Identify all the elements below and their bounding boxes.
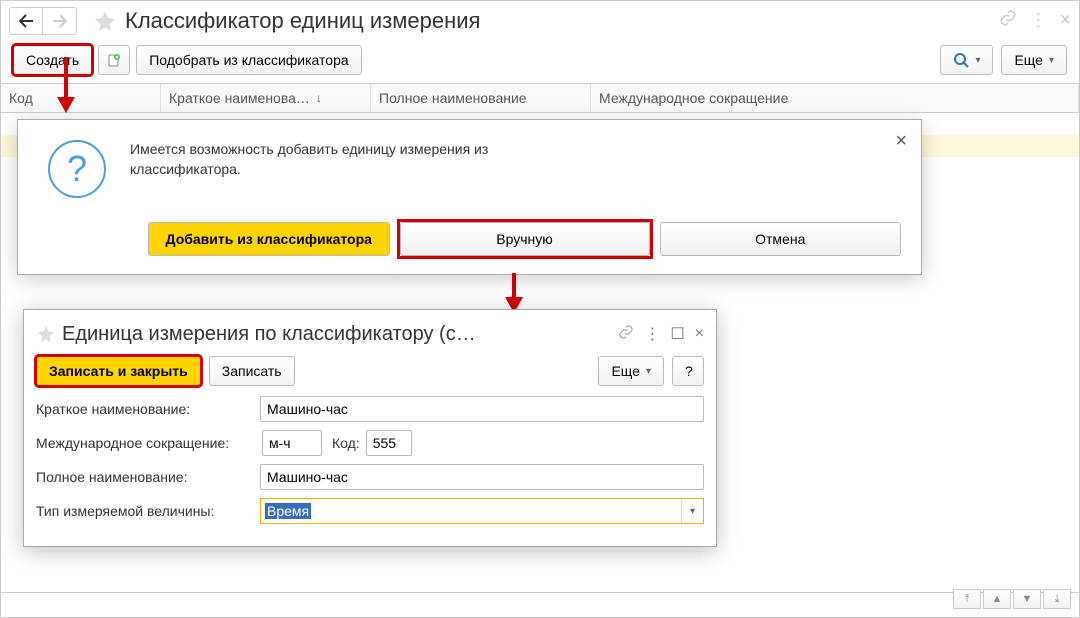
- label-code: Код:: [332, 435, 360, 451]
- question-icon: ?: [48, 140, 106, 198]
- label-full-name: Полное наименование:: [36, 469, 254, 485]
- short-name-input[interactable]: [260, 396, 704, 422]
- col-full-name[interactable]: Полное наименование: [371, 84, 591, 112]
- maximize-icon[interactable]: ☐: [670, 324, 684, 344]
- intl-abbr-input[interactable]: [262, 430, 322, 456]
- code-input[interactable]: [366, 430, 412, 456]
- close-icon[interactable]: ×: [695, 325, 704, 343]
- confirm-dialog: × ? Имеется возможность добавить единицу…: [17, 119, 922, 275]
- unit-form-window: Единица измерения по классификатору (с… …: [23, 309, 717, 547]
- col-short-name[interactable]: Краткое наименова… ↓: [161, 84, 371, 112]
- search-button[interactable]: [940, 45, 993, 75]
- grid-header: Код Краткое наименова… ↓ Полное наименов…: [1, 83, 1079, 113]
- scroll-up-button[interactable]: ▲: [983, 589, 1011, 609]
- favorite-star-icon[interactable]: [93, 9, 117, 33]
- close-icon[interactable]: ×: [1059, 9, 1071, 32]
- annotation-arrow-icon: [499, 273, 529, 313]
- copy-button[interactable]: [98, 45, 130, 75]
- link-icon[interactable]: [618, 324, 634, 345]
- type-select[interactable]: Время ▾: [260, 498, 704, 524]
- scroll-bottom-button[interactable]: ⤓: [1043, 589, 1071, 609]
- cancel-button[interactable]: Отмена: [660, 222, 902, 256]
- scroll-top-button[interactable]: ⤒: [953, 589, 981, 609]
- dialog-text: Имеется возможность добавить единицу изм…: [130, 140, 530, 179]
- annotation-arrow-icon: [51, 57, 81, 113]
- dialog-close-icon[interactable]: ×: [895, 130, 907, 153]
- label-intl-abbr: Международное сокращение:: [36, 435, 256, 451]
- sort-indicator-icon: ↓: [316, 91, 322, 105]
- nav-forward-button[interactable]: [43, 7, 77, 35]
- label-type: Тип измеряемой величины:: [36, 503, 254, 519]
- type-value: Время: [265, 503, 311, 519]
- page-title: Классификатор единиц измерения: [125, 8, 480, 34]
- save-close-button[interactable]: Записать и закрыть: [36, 356, 201, 386]
- full-name-input[interactable]: [260, 464, 704, 490]
- save-button[interactable]: Записать: [209, 356, 295, 386]
- label-short-name: Краткое наименование:: [36, 401, 254, 417]
- more-button[interactable]: Еще: [1001, 45, 1067, 75]
- pick-from-classifier-button[interactable]: Подобрать из классификатора: [136, 45, 361, 75]
- col-intl-abbr[interactable]: Международное сокращение: [591, 84, 1079, 112]
- favorite-star-icon[interactable]: [36, 324, 56, 344]
- kebab-menu-icon[interactable]: ⋮: [1029, 10, 1047, 31]
- manual-button[interactable]: Вручную: [400, 222, 650, 256]
- scroll-down-button[interactable]: ▼: [1013, 589, 1041, 609]
- titlebar: Классификатор единиц измерения ⋮ ×: [1, 1, 1079, 41]
- main-toolbar: Создать Подобрать из классификатора Еще: [1, 41, 1079, 83]
- nav-back-button[interactable]: [9, 7, 43, 35]
- form-title: Единица измерения по классификатору (с…: [62, 323, 610, 346]
- add-from-classifier-button[interactable]: Добавить из классификатора: [148, 222, 390, 256]
- link-icon[interactable]: [999, 9, 1017, 32]
- kebab-menu-icon[interactable]: ⋮: [644, 324, 660, 344]
- form-more-button[interactable]: Еще: [598, 356, 664, 386]
- help-button[interactable]: ?: [672, 356, 704, 386]
- col-code[interactable]: Код: [1, 84, 161, 112]
- grid-body: × ? Имеется возможность добавить единицу…: [1, 113, 1079, 593]
- dropdown-icon[interactable]: ▾: [681, 499, 703, 523]
- grid-scroll-footer: ⤒ ▲ ▼ ⤓: [953, 589, 1071, 609]
